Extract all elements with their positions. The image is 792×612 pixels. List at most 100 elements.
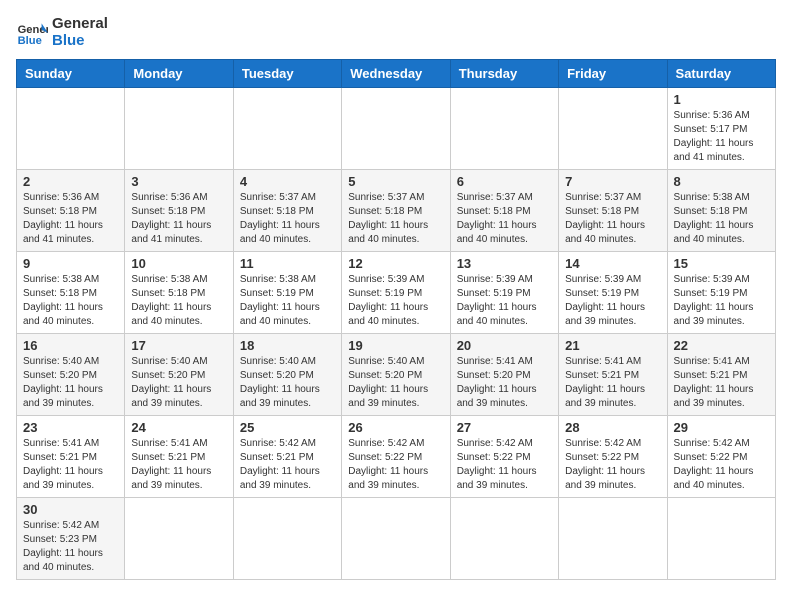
weekday-header-monday: Monday [125, 60, 233, 88]
day-number: 18 [240, 338, 335, 353]
calendar-cell: 20 Sunrise: 5:41 AM Sunset: 5:20 PM Dayli… [450, 334, 558, 416]
calendar-cell: 24Sunrise: 5:41 AM Sunset: 5:21 PM Dayli… [125, 416, 233, 498]
calendar-cell [559, 88, 667, 170]
calendar-cell [667, 498, 775, 580]
day-number: 30 [23, 502, 118, 517]
day-number: 1 [674, 92, 769, 107]
weekday-header-wednesday: Wednesday [342, 60, 450, 88]
weekday-header-row: SundayMondayTuesdayWednesdayThursdayFrid… [17, 60, 776, 88]
logo-blue-text: Blue [52, 33, 108, 50]
day-info: Sunrise: 5:39 AM Sunset: 5:19 PM Dayligh… [565, 273, 660, 329]
day-info: Sunrise: 5:36 AM Sunset: 5:18 PM Dayligh… [23, 191, 118, 247]
calendar-cell: 8Sunrise: 5:38 AM Sunset: 5:18 PM Daylig… [667, 170, 775, 252]
logo: General Blue General Blue [16, 16, 108, 49]
calendar-cell [450, 498, 558, 580]
calendar-week-3: 9 Sunrise: 5:38 AM Sunset: 5:18 PM Daylig… [17, 252, 776, 334]
day-number: 14 [565, 256, 660, 271]
calendar-cell: 5Sunrise: 5:37 AM Sunset: 5:18 PM Daylig… [342, 170, 450, 252]
calendar-week-2: 2Sunrise: 5:36 AM Sunset: 5:18 PM Daylig… [17, 170, 776, 252]
day-info: Sunrise: 5:37 AM Sunset: 5:18 PM Dayligh… [565, 191, 660, 247]
day-info: Sunrise: 5:41 AM Sunset: 5:21 PM Dayligh… [131, 437, 226, 493]
calendar-week-1: 1 Sunrise: 5:36 AM Sunset: 5:17 PM Daylig… [17, 88, 776, 170]
day-number: 27 [457, 420, 552, 435]
day-info: Sunrise: 5:42 AM Sunset: 5:22 PM Dayligh… [674, 437, 769, 493]
calendar-week-6: 30 Sunrise: 5:42 AM Sunset: 5:23 PM Dayli… [17, 498, 776, 580]
day-info: Sunrise: 5:41 AM Sunset: 5:20 PM Dayligh… [457, 355, 552, 411]
day-info: Sunrise: 5:38 AM Sunset: 5:19 PM Dayligh… [240, 273, 335, 329]
calendar-cell: 1 Sunrise: 5:36 AM Sunset: 5:17 PM Daylig… [667, 88, 775, 170]
calendar-cell [450, 88, 558, 170]
calendar-cell: 6 Sunrise: 5:37 AM Sunset: 5:18 PM Daylig… [450, 170, 558, 252]
page-header: General Blue General Blue [16, 16, 776, 49]
calendar-cell: 16Sunrise: 5:40 AM Sunset: 5:20 PM Dayli… [17, 334, 125, 416]
day-info: Sunrise: 5:41 AM Sunset: 5:21 PM Dayligh… [23, 437, 118, 493]
logo-general-text: General [52, 16, 108, 33]
day-info: Sunrise: 5:39 AM Sunset: 5:19 PM Dayligh… [674, 273, 769, 329]
calendar-week-4: 16Sunrise: 5:40 AM Sunset: 5:20 PM Dayli… [17, 334, 776, 416]
day-number: 7 [565, 174, 660, 189]
weekday-header-tuesday: Tuesday [233, 60, 341, 88]
day-info: Sunrise: 5:40 AM Sunset: 5:20 PM Dayligh… [23, 355, 118, 411]
day-number: 15 [674, 256, 769, 271]
day-number: 11 [240, 256, 335, 271]
calendar-cell: 29 Sunrise: 5:42 AM Sunset: 5:22 PM Dayli… [667, 416, 775, 498]
day-info: Sunrise: 5:42 AM Sunset: 5:23 PM Dayligh… [23, 519, 118, 575]
calendar-cell [233, 498, 341, 580]
day-info: Sunrise: 5:38 AM Sunset: 5:18 PM Dayligh… [131, 273, 226, 329]
day-number: 4 [240, 174, 335, 189]
day-number: 19 [348, 338, 443, 353]
day-info: Sunrise: 5:41 AM Sunset: 5:21 PM Dayligh… [565, 355, 660, 411]
calendar-cell: 4 Sunrise: 5:37 AM Sunset: 5:18 PM Daylig… [233, 170, 341, 252]
calendar-cell: 15 Sunrise: 5:39 AM Sunset: 5:19 PM Dayli… [667, 252, 775, 334]
day-info: Sunrise: 5:36 AM Sunset: 5:17 PM Dayligh… [674, 109, 769, 165]
weekday-header-thursday: Thursday [450, 60, 558, 88]
day-info: Sunrise: 5:37 AM Sunset: 5:18 PM Dayligh… [348, 191, 443, 247]
day-number: 13 [457, 256, 552, 271]
day-info: Sunrise: 5:39 AM Sunset: 5:19 PM Dayligh… [457, 273, 552, 329]
day-info: Sunrise: 5:37 AM Sunset: 5:18 PM Dayligh… [457, 191, 552, 247]
day-number: 23 [23, 420, 118, 435]
calendar-cell: 10 Sunrise: 5:38 AM Sunset: 5:18 PM Dayli… [125, 252, 233, 334]
day-number: 17 [131, 338, 226, 353]
day-number: 29 [674, 420, 769, 435]
calendar-cell: 26Sunrise: 5:42 AM Sunset: 5:22 PM Dayli… [342, 416, 450, 498]
day-info: Sunrise: 5:36 AM Sunset: 5:18 PM Dayligh… [131, 191, 226, 247]
day-info: Sunrise: 5:41 AM Sunset: 5:21 PM Dayligh… [674, 355, 769, 411]
day-number: 26 [348, 420, 443, 435]
calendar-cell [125, 88, 233, 170]
day-number: 28 [565, 420, 660, 435]
calendar-table: SundayMondayTuesdayWednesdayThursdayFrid… [16, 59, 776, 580]
calendar-week-5: 23 Sunrise: 5:41 AM Sunset: 5:21 PM Dayli… [17, 416, 776, 498]
calendar-cell: 22Sunrise: 5:41 AM Sunset: 5:21 PM Dayli… [667, 334, 775, 416]
day-info: Sunrise: 5:38 AM Sunset: 5:18 PM Dayligh… [23, 273, 118, 329]
day-info: Sunrise: 5:40 AM Sunset: 5:20 PM Dayligh… [240, 355, 335, 411]
weekday-header-friday: Friday [559, 60, 667, 88]
calendar-cell [559, 498, 667, 580]
calendar-cell: 13 Sunrise: 5:39 AM Sunset: 5:19 PM Dayli… [450, 252, 558, 334]
day-number: 10 [131, 256, 226, 271]
day-number: 20 [457, 338, 552, 353]
calendar-cell: 9 Sunrise: 5:38 AM Sunset: 5:18 PM Daylig… [17, 252, 125, 334]
day-number: 12 [348, 256, 443, 271]
day-number: 3 [131, 174, 226, 189]
calendar-cell: 18 Sunrise: 5:40 AM Sunset: 5:20 PM Dayli… [233, 334, 341, 416]
svg-text:Blue: Blue [18, 35, 42, 47]
day-number: 9 [23, 256, 118, 271]
calendar-cell: 17Sunrise: 5:40 AM Sunset: 5:20 PM Dayli… [125, 334, 233, 416]
calendar-cell [233, 88, 341, 170]
day-number: 6 [457, 174, 552, 189]
day-info: Sunrise: 5:39 AM Sunset: 5:19 PM Dayligh… [348, 273, 443, 329]
calendar-cell: 11 Sunrise: 5:38 AM Sunset: 5:19 PM Dayli… [233, 252, 341, 334]
day-info: Sunrise: 5:38 AM Sunset: 5:18 PM Dayligh… [674, 191, 769, 247]
calendar-cell: 2Sunrise: 5:36 AM Sunset: 5:18 PM Daylig… [17, 170, 125, 252]
calendar-cell [17, 88, 125, 170]
calendar-cell: 23 Sunrise: 5:41 AM Sunset: 5:21 PM Dayli… [17, 416, 125, 498]
calendar-cell: 14 Sunrise: 5:39 AM Sunset: 5:19 PM Dayli… [559, 252, 667, 334]
calendar-cell: 12 Sunrise: 5:39 AM Sunset: 5:19 PM Dayli… [342, 252, 450, 334]
weekday-header-saturday: Saturday [667, 60, 775, 88]
calendar-cell: 28Sunrise: 5:42 AM Sunset: 5:22 PM Dayli… [559, 416, 667, 498]
day-info: Sunrise: 5:42 AM Sunset: 5:21 PM Dayligh… [240, 437, 335, 493]
day-info: Sunrise: 5:37 AM Sunset: 5:18 PM Dayligh… [240, 191, 335, 247]
calendar-cell: 3 Sunrise: 5:36 AM Sunset: 5:18 PM Daylig… [125, 170, 233, 252]
logo-icon: General Blue [16, 17, 48, 49]
